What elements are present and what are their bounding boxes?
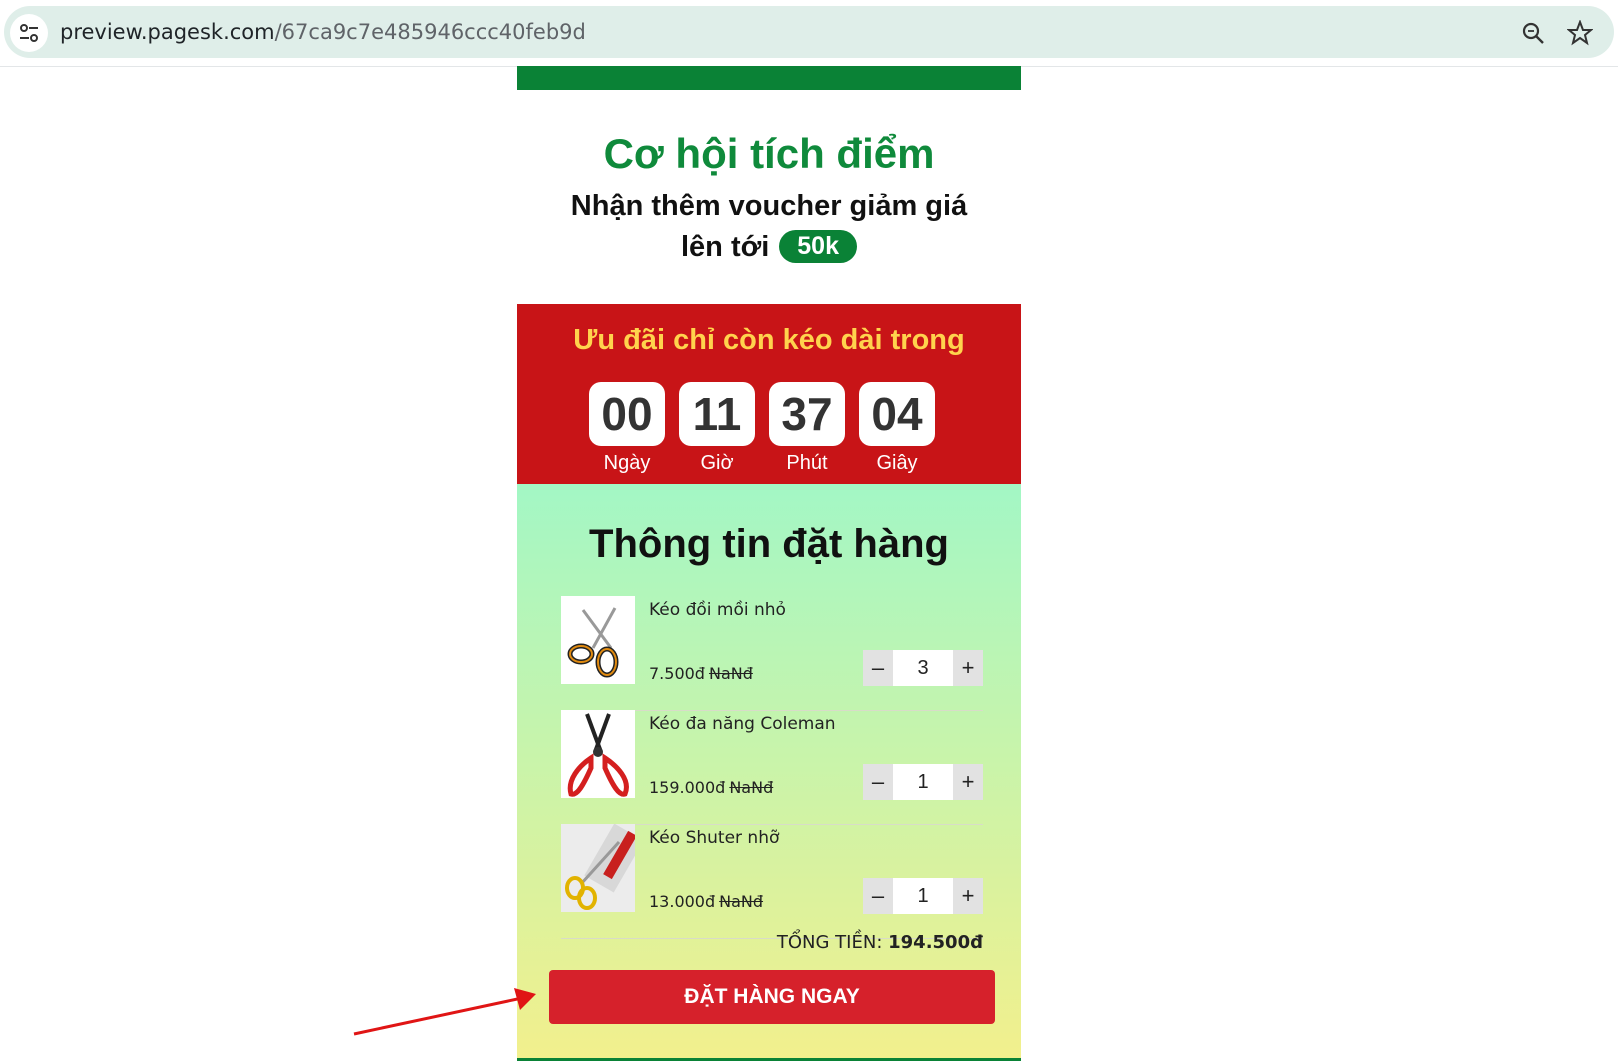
cart-item: Kéo đa năng Coleman 159.000đ NaNđ – 1 + (561, 710, 983, 825)
product-image (561, 710, 635, 798)
promo-subtitle: Nhận thêm voucher giảm giá (570, 190, 968, 222)
price-current: 7.500đ (649, 664, 705, 683)
star-icon[interactable] (1567, 20, 1593, 46)
url-text[interactable]: preview.pagesk.com/67ca9c7e485946ccc40fe… (60, 20, 586, 44)
price-current: 13.000đ (649, 892, 716, 911)
header-strip (517, 66, 1021, 90)
price-old: NaNđ (719, 892, 764, 911)
product-price: 159.000đ NaNđ (649, 778, 773, 797)
browser-toolbar: preview.pagesk.com/67ca9c7e485946ccc40fe… (0, 0, 1618, 67)
product-price: 7.500đ NaNđ (649, 664, 753, 683)
order-title: Thông tin đặt hàng (589, 522, 949, 566)
quantity-input[interactable]: 3 (893, 650, 953, 686)
quantity-input[interactable]: 1 (893, 764, 953, 800)
product-price: 13.000đ NaNđ (649, 892, 763, 911)
countdown-timer: 00 Ngày 11 Giờ 37 Phút 04 Giây (589, 382, 949, 482)
product-image (561, 824, 635, 912)
product-name[interactable]: Kéo Shuter nhỡ (649, 828, 779, 848)
product-name[interactable]: Kéo đồi mồi nhỏ (649, 600, 786, 620)
countdown-minutes-label: Phút (786, 452, 828, 474)
countdown-seconds-label: Giây (876, 452, 918, 474)
landing-page-column: Cơ hội tích điểm Nhận thêm voucher giảm … (517, 66, 1021, 1062)
increase-quantity-button[interactable]: + (953, 764, 983, 800)
countdown-hours: 11 Giờ (679, 382, 755, 475)
decrease-quantity-button[interactable]: – (863, 878, 893, 914)
annotation-arrow-icon (353, 988, 536, 1036)
cart-item: Kéo Shuter nhỡ 13.000đ NaNđ – 1 + (561, 824, 983, 939)
product-image (561, 596, 635, 684)
promo-line: lên tới 50k (517, 230, 1021, 264)
order-total: TỔNG TIỀN: 194.500đ (777, 932, 983, 953)
quantity-input[interactable]: 1 (893, 878, 953, 914)
countdown-minutes-value: 37 (769, 382, 845, 446)
url-host: preview.pagesk.com (60, 20, 275, 44)
countdown-days-value: 00 (589, 382, 665, 446)
increase-quantity-button[interactable]: + (953, 650, 983, 686)
quantity-stepper: – 1 + (863, 764, 983, 800)
price-current: 159.000đ (649, 778, 726, 797)
place-order-button[interactable]: ĐẶT HÀNG NGAY (549, 970, 995, 1024)
countdown-minutes: 37 Phút (769, 382, 845, 475)
cart-item: Kéo đồi mồi nhỏ 7.500đ NaNđ – 3 + (561, 596, 983, 711)
url-path: /67ca9c7e485946ccc40feb9d (274, 20, 586, 44)
countdown-days: 00 Ngày (589, 382, 665, 475)
total-label: TỔNG TIỀN: (776, 932, 883, 953)
price-old: NaNđ (708, 664, 753, 683)
quantity-stepper: – 3 + (863, 650, 983, 686)
increase-quantity-button[interactable]: + (953, 878, 983, 914)
decrease-quantity-button[interactable]: – (863, 650, 893, 686)
promo-line-prefix: lên tới (680, 231, 770, 263)
countdown-seconds-value: 04 (859, 382, 935, 446)
countdown-days-label: Ngày (603, 452, 651, 474)
countdown-hours-label: Giờ (700, 452, 734, 474)
voucher-badge: 50k (779, 230, 857, 263)
decrease-quantity-button[interactable]: – (863, 764, 893, 800)
countdown-panel: Ưu đãi chỉ còn kéo dài trong 00 Ngày 11 … (517, 304, 1021, 484)
promo-title: Cơ hội tích điểm (603, 130, 935, 177)
zoom-icon[interactable] (1520, 20, 1546, 46)
countdown-seconds: 04 Giây (859, 382, 935, 475)
countdown-hours-value: 11 (679, 382, 755, 446)
quantity-stepper: – 1 + (863, 878, 983, 914)
product-name[interactable]: Kéo đa năng Coleman (649, 714, 836, 734)
countdown-title: Ưu đãi chỉ còn kéo dài trong (573, 324, 965, 356)
address-bar[interactable]: preview.pagesk.com/67ca9c7e485946ccc40fe… (4, 6, 1614, 58)
site-settings-icon[interactable] (10, 14, 48, 52)
price-old: NaNđ (729, 778, 774, 797)
total-value: 194.500đ (888, 932, 983, 953)
order-form: Thông tin đặt hàng Kéo đồi mồi nhỏ 7.500… (517, 484, 1021, 1061)
